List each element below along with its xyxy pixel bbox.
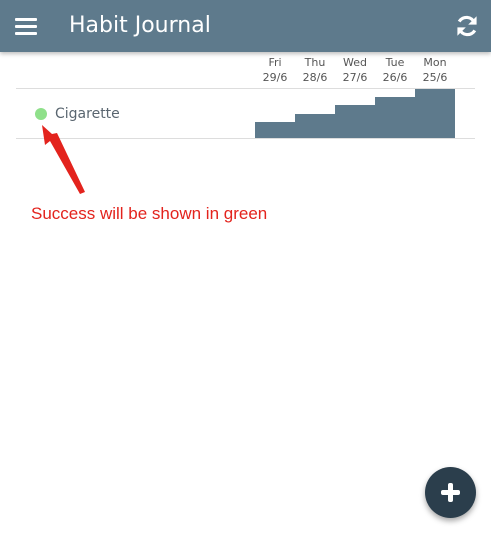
day-header: Tue 26/6 [375, 55, 415, 85]
date-label: 27/6 [342, 71, 368, 84]
app-bar: Habit Journal [0, 0, 491, 52]
day-label: Mon [423, 56, 447, 69]
habit-day-bar [375, 97, 415, 139]
habit-progress-bars [255, 89, 455, 139]
habit-day-bar [415, 89, 455, 139]
date-label: 25/6 [422, 71, 448, 84]
day-label: Fri [268, 56, 282, 69]
habit-name[interactable]: Cigarette [55, 105, 120, 123]
habit-day-bar [335, 105, 375, 139]
date-label: 29/6 [262, 71, 288, 84]
day-header: Mon 25/6 [415, 55, 455, 85]
date-label: 26/6 [382, 71, 408, 84]
refresh-icon [457, 15, 477, 37]
habit-day-bar [295, 114, 335, 139]
day-header: Fri 29/6 [255, 55, 295, 85]
day-header: Wed 27/6 [335, 55, 375, 85]
day-header: Thu 28/6 [295, 55, 335, 85]
habit-day-bar [255, 122, 295, 139]
status-dot [35, 108, 47, 120]
refresh-button[interactable] [454, 13, 480, 39]
annotation-arrow-icon [42, 125, 85, 194]
menu-button[interactable] [14, 14, 38, 38]
annotation-text: Success will be shown in green [31, 204, 268, 223]
app-title: Habit Journal [69, 13, 211, 38]
add-habit-button[interactable] [425, 467, 476, 518]
day-label: Thu [304, 56, 326, 69]
day-label: Tue [385, 56, 405, 69]
day-label: Wed [343, 56, 367, 69]
date-label: 28/6 [302, 71, 328, 84]
